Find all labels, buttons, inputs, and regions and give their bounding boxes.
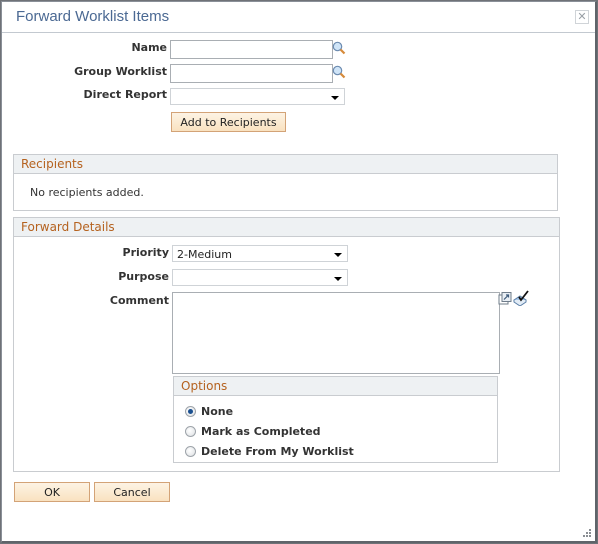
comment-label: Comment [109, 294, 169, 307]
direct-report-label: Direct Report [83, 88, 167, 101]
option-mark-completed-label[interactable]: Mark as Completed [201, 425, 321, 438]
dialog-title: Forward Worklist Items [16, 8, 170, 25]
comment-textarea[interactable] [172, 292, 500, 374]
chevron-down-icon [334, 277, 342, 281]
recipients-header: Recipients [14, 155, 557, 174]
option-mark-completed-radio[interactable] [185, 426, 196, 437]
recipients-empty-text: No recipients added. [30, 186, 144, 199]
add-to-recipients-button[interactable]: Add to Recipients [171, 112, 286, 132]
name-lookup-icon[interactable] [332, 41, 346, 55]
name-input[interactable] [170, 40, 333, 59]
option-none-label[interactable]: None [201, 405, 233, 418]
recipients-section: Recipients No recipients added. [13, 154, 558, 211]
priority-select[interactable]: 2-Medium [172, 245, 348, 262]
forward-worklist-dialog: Forward Worklist Items ✕ Name Group Work… [1, 1, 597, 543]
chevron-down-icon [331, 96, 339, 100]
group-worklist-label: Group Worklist [74, 65, 167, 78]
close-icon[interactable]: ✕ [575, 10, 589, 24]
dialog-titlebar[interactable]: Forward Worklist Items ✕ [2, 2, 595, 33]
expand-icon[interactable] [498, 292, 512, 305]
group-worklist-lookup-icon[interactable] [332, 65, 346, 79]
option-delete-radio[interactable] [185, 446, 196, 457]
name-label: Name [131, 41, 167, 54]
ok-button[interactable]: OK [14, 482, 90, 502]
option-delete-label[interactable]: Delete From My Worklist [201, 445, 354, 458]
priority-label: Priority [122, 246, 169, 259]
option-none-radio[interactable] [185, 406, 196, 417]
forward-details-header: Forward Details [14, 218, 559, 237]
options-header: Options [174, 377, 497, 396]
priority-value: 2-Medium [177, 248, 232, 261]
chevron-down-icon [334, 253, 342, 257]
direct-report-select[interactable] [170, 88, 345, 105]
purpose-label: Purpose [118, 270, 169, 283]
group-worklist-input[interactable] [170, 64, 333, 83]
resize-grip-icon[interactable] [583, 529, 592, 538]
spellcheck-icon[interactable] [513, 290, 529, 306]
cancel-button[interactable]: Cancel [94, 482, 170, 502]
purpose-select[interactable] [172, 269, 348, 286]
